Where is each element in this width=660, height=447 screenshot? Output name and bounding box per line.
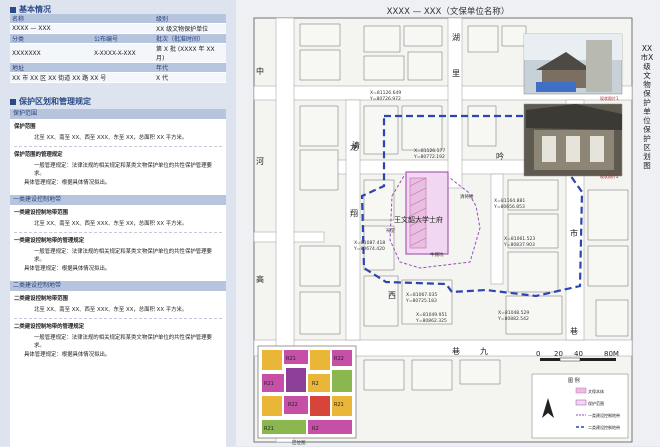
svg-text:一类建设控制地带: 一类建设控制地带 [588, 412, 620, 418]
svg-text:X=81048.529: X=81048.529 [498, 310, 529, 316]
svg-text:河: 河 [256, 156, 264, 166]
svg-text:X=81126.649: X=81126.649 [370, 90, 401, 96]
svg-text:Y=80862.325: Y=80862.325 [415, 318, 447, 324]
svg-text:中: 中 [256, 66, 264, 76]
band1-header: 一类建设控制地带 [10, 195, 226, 205]
legend: 图 例 文保本体 保护范围 一类建设控制地带 二类建设控制地带 [531, 373, 629, 439]
svg-text:R21: R21 [264, 426, 274, 432]
svg-text:X=81049.951: X=81049.951 [416, 312, 447, 318]
map-panel: XXXX — XXX（文保单位名称） XX市X级文物保护单位保护区划图 中 河 … [236, 0, 660, 446]
svg-text:Y=80837.903: Y=80837.903 [503, 242, 535, 248]
section-text: 一般管理规定：法律法规的相关规定和某类文物保护单位的共性保护管理要求。 [34, 163, 212, 177]
svg-text:R21: R21 [334, 402, 344, 408]
svg-text:高: 高 [256, 274, 264, 284]
svg-text:翔: 翔 [350, 208, 358, 218]
svg-text:Y=80726.972: Y=80726.972 [369, 96, 401, 102]
section-text: 北至 XX、南至 XX、西至 XXX、东至 XX，总面积 XX 平方米。 [34, 307, 188, 313]
svg-text:清: 清 [352, 140, 360, 150]
svg-text:40: 40 [574, 350, 583, 358]
photo-2: 现状照片2 [523, 103, 623, 179]
svg-text:80M: 80M [604, 350, 619, 358]
svg-text:西: 西 [388, 291, 396, 300]
svg-text:图 例: 图 例 [568, 377, 580, 384]
protect-header: 保护范围 [10, 109, 226, 119]
svg-text:文保本体: 文保本体 [588, 388, 604, 394]
svg-text:R22: R22 [288, 402, 298, 408]
svg-text:R22: R22 [334, 356, 344, 362]
svg-text:Y=80772.192: Y=80772.192 [413, 154, 445, 160]
svg-text:20: 20 [554, 350, 563, 358]
inset-map: R21 R22 R21 R2 R22 R21 R21 R2 区位图 [257, 345, 357, 446]
section-text: 北至 XX、南至 XX、西至 XXX、东至 XX，总面积 XX 平方米。 [34, 221, 188, 227]
svg-text:R2: R2 [312, 426, 319, 432]
band2-header: 二类建设控制地带 [10, 281, 226, 291]
svg-text:里: 里 [452, 69, 460, 78]
small-label: 牛棚坑 [430, 251, 444, 258]
section-head: 二类建设控制地带范围 [14, 296, 68, 302]
svg-text:九: 九 [480, 347, 488, 356]
section-head: 一类建设控制地带的管理规定 [14, 238, 85, 244]
section-text: 具体管理规定：根据具体情况拟出。 [24, 352, 111, 358]
section-head: 保护范围 [14, 124, 36, 130]
svg-text:吟: 吟 [496, 151, 504, 161]
table-row: XX 市 XX 区 XX 街道 XX 路 XX 号X 代 [10, 72, 226, 83]
svg-text:二类建设控制地带: 二类建设控制地带 [588, 424, 620, 430]
table-row: XXXX — XXX XX 级文物保护单位 [10, 23, 226, 34]
protect-heading: 保护区划和管理规定 [10, 96, 91, 107]
section-text: 北至 XX、南至 XX、西至 XXX、东至 XX，总面积 XX 平方米。 [34, 135, 188, 141]
svg-text:湖: 湖 [452, 33, 460, 42]
svg-text:巷: 巷 [452, 347, 460, 356]
small-label: 祠堂 [386, 227, 395, 234]
svg-text:Y=80725.183: Y=80725.183 [405, 298, 437, 304]
basic-info-table: 名称 级别 XXXX — XXX XX 级文物保护单位 分类 公布编号 批次（批准时间）… [10, 14, 226, 83]
site-label: 王文韶大学士府 [394, 215, 443, 224]
section-text: 一般管理规定：法律法规的相关规定和某类文物保护单位的共性保护管理要求。 [34, 249, 212, 263]
photo-1: 现状照片1 [523, 33, 623, 101]
svg-text:X=81126.177: X=81126.177 [414, 148, 445, 154]
svg-text:保护范围: 保护范围 [588, 400, 604, 406]
table-row: 名称 级别 [10, 14, 226, 24]
svg-text:X=81067.035: X=81067.035 [406, 292, 437, 298]
svg-text:X=81061.523: X=81061.523 [504, 236, 535, 242]
section-head: 保护范围的管理规定 [14, 152, 63, 158]
small-label: 清将楼 [460, 193, 474, 200]
table-row: XXXXXXX X-XXXX-X-XXX 第 X 批 (XXXX 年 XX 月) [10, 43, 226, 63]
svg-text:现状照片1: 现状照片1 [600, 95, 619, 101]
svg-text:市: 市 [570, 228, 578, 238]
svg-text:0: 0 [536, 350, 540, 358]
svg-text:Y=80882.542: Y=80882.542 [497, 316, 529, 322]
svg-text:巷: 巷 [570, 327, 578, 336]
inset-caption: 区位图 [292, 439, 306, 446]
section-head: 一类建设控制地带范围 [14, 210, 68, 216]
svg-text:现状照片2: 现状照片2 [600, 173, 619, 179]
table-row: 地址 年代 [10, 62, 226, 73]
svg-text:R21: R21 [264, 381, 274, 387]
svg-text:X=81164.881: X=81164.881 [494, 198, 525, 204]
svg-text:R2: R2 [312, 381, 319, 387]
svg-text:X=81087.418: X=81087.418 [354, 240, 385, 246]
svg-text:R21: R21 [286, 356, 296, 362]
svg-text:Y=80674.420: Y=80674.420 [353, 246, 385, 252]
section-text: 具体管理规定：根据具体情况拟出。 [24, 180, 111, 186]
section-text: 一般管理规定：法律法规的相关规定和某类文物保护单位的共性保护管理要求。 [34, 335, 212, 349]
heritage-body [409, 177, 427, 249]
map-canvas: 中 河 高 龙 翔 清 吟 湖 里 巷 街 市 巷 西 巷 九 南 王文韶大学士… [253, 17, 633, 446]
svg-text:Y=80656.853: Y=80656.853 [493, 204, 525, 210]
info-panel: 基本情况 名称 级别 XXXX — XXX XX 级文物保护单位 分类 公布编号 批次（… [0, 0, 236, 447]
protect-content: 保护范围 保护范围 北至 XX、南至 XX、西至 XXX、东至 XX，总面积 X… [10, 109, 226, 447]
table-row: 分类 公布编号 批次（批准时间） [10, 33, 226, 44]
section-text: 具体管理规定：根据具体情况拟出。 [24, 266, 111, 272]
section-head: 二类建设控制地带的管理规定 [14, 324, 85, 330]
